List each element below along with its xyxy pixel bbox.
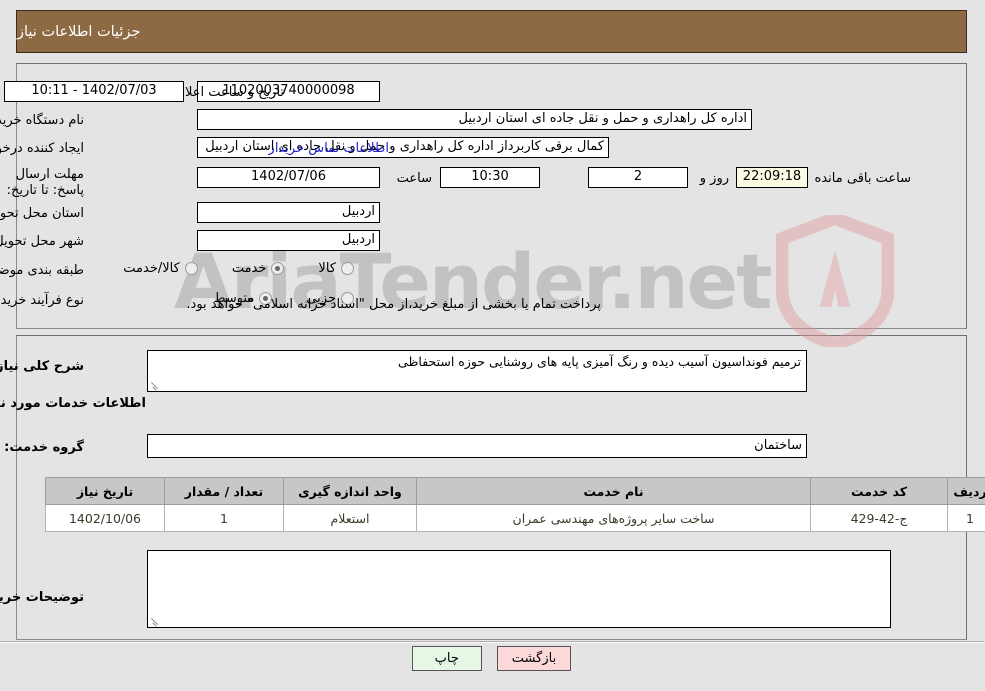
- subject-category-option-label: کالا: [319, 261, 337, 276]
- requester-value: کمال برقی کاربرداز اداره کل راهداری و حم…: [198, 137, 610, 158]
- buyer-notes-textarea[interactable]: [148, 550, 892, 628]
- col-header-code: کد خدمت: [811, 477, 949, 505]
- resize-grip-icon[interactable]: [151, 616, 161, 626]
- back-button[interactable]: بازگشت: [497, 646, 573, 671]
- page-title: جزئیات اطلاعات نیاز: [18, 23, 142, 40]
- deadline-hour-value: 10:30: [441, 167, 541, 188]
- announce-datetime-value: 1402/07/03 - 10:11: [5, 81, 185, 102]
- subject-category-radio-group[interactable]: کالا خدمت کالا/خدمت: [90, 261, 355, 276]
- delivery-city-value: اردبیل: [198, 230, 381, 251]
- print-button[interactable]: چاپ: [412, 646, 483, 671]
- buyer-contact-link[interactable]: اطلاعات تماس خریدار: [270, 141, 390, 156]
- deadline-label: مهلت ارسال پاسخ: تا تاریخ:: [7, 167, 85, 198]
- footer-divider: [0, 641, 985, 643]
- deadline-date-value: 1402/07/06: [198, 167, 381, 188]
- requester-label: ایجاد کننده درخواست:: [0, 141, 85, 156]
- table-cell-name: ساخت سایر پروژه‌های مهندسی عمران: [417, 504, 812, 532]
- services-table: ردیف کد خدمت نام خدمت واحد اندازه گیری ت…: [46, 477, 985, 532]
- footer-button-row: چاپ بازگشت: [0, 646, 985, 671]
- buyer-org-value: اداره کل راهداری و حمل و نقل جاده ای است…: [198, 109, 753, 130]
- col-header-qty: تعداد / مقدار: [165, 477, 285, 505]
- general-summary-textarea[interactable]: ترمیم فونداسیون آسیب دیده و رنگ آمیزی پا…: [148, 350, 808, 392]
- remaining-days-value: 2: [589, 167, 689, 188]
- col-header-unit: واحد اندازه گیری: [284, 477, 418, 505]
- remaining-days-label: روز و: [700, 171, 730, 186]
- delivery-city-label: شهر محل تحویل:: [0, 234, 85, 249]
- col-header-date: تاریخ نیاز: [46, 477, 166, 505]
- table-cell-date: 1402/10/06: [46, 504, 166, 532]
- subject-category-option-0[interactable]: کالا: [319, 261, 355, 276]
- services-heading: اطلاعات خدمات مورد نیاز: [0, 396, 147, 411]
- need-info-panel: [17, 63, 968, 329]
- buyer-org-label: نام دستگاه خریدار:: [0, 113, 85, 128]
- purchase-process-label: نوع فرآیند خرید :: [0, 293, 85, 308]
- remaining-time-countdown: 22:09:18: [737, 167, 809, 188]
- remaining-time-suffix: ساعت باقی مانده: [815, 171, 912, 186]
- subject-category-label: طبقه بندی موضوعی:: [0, 263, 85, 278]
- delivery-province-label: استان محل تحویل:: [0, 206, 85, 221]
- general-summary-value: ترمیم فونداسیون آسیب دیده و رنگ آمیزی پا…: [399, 354, 802, 369]
- table-header-row: ردیف کد خدمت نام خدمت واحد اندازه گیری ت…: [46, 477, 985, 505]
- radio-button-icon[interactable]: [272, 262, 286, 275]
- subject-category-option-2[interactable]: کالا/خدمت: [124, 261, 199, 276]
- subject-category-option-1[interactable]: خدمت: [233, 261, 286, 276]
- radio-button-icon[interactable]: [342, 262, 355, 275]
- buyer-notes-label: توضیحات خریدار:: [0, 590, 85, 605]
- service-group-value: ساختمان: [148, 434, 808, 458]
- service-group-label: گروه خدمت:: [5, 440, 85, 455]
- table-cell-radif: 1: [948, 504, 985, 532]
- delivery-province-value: اردبیل: [198, 202, 381, 223]
- deadline-hour-label: ساعت: [397, 171, 433, 186]
- page-header-bar: جزئیات اطلاعات نیاز: [17, 10, 968, 53]
- table-cell-unit: استعلام: [284, 504, 418, 532]
- col-header-name: نام خدمت: [417, 477, 812, 505]
- resize-grip-icon[interactable]: [151, 380, 161, 390]
- radio-button-icon[interactable]: [185, 262, 199, 275]
- payment-note: پرداخت تمام یا بخشی از مبلغ خرید،از محل …: [187, 297, 602, 312]
- general-summary-label: شرح کلی نیاز:: [0, 359, 85, 374]
- table-row: 1 ج-42-429 ساخت سایر پروژه‌های مهندسی عمرا…: [46, 504, 985, 532]
- col-header-radif: ردیف: [948, 477, 985, 505]
- subject-category-option-label: خدمت: [232, 261, 268, 276]
- subject-category-option-label: کالا/خدمت: [124, 261, 181, 276]
- table-cell-code: ج-42-429: [811, 504, 949, 532]
- table-cell-qty: 1: [165, 504, 285, 532]
